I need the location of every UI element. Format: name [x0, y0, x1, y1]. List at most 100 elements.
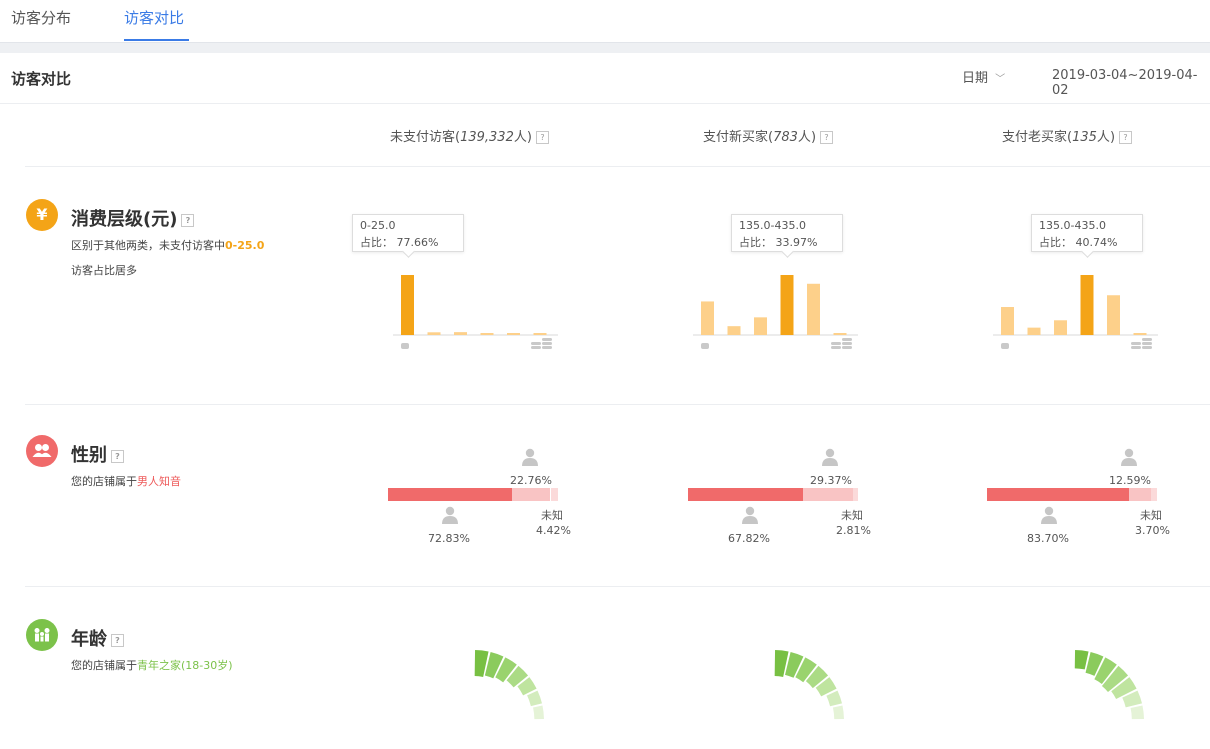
- bar[interactable]: [727, 326, 741, 335]
- bar[interactable]: [1027, 327, 1041, 335]
- coin-stack-icon: [831, 338, 852, 349]
- active-tab-indicator: [124, 39, 189, 41]
- bar[interactable]: [701, 301, 714, 335]
- gender-chart-returning-buyers: 12.59% 83.70% 未知 3.70%: [985, 444, 1185, 554]
- tab-visitor-distribution[interactable]: 访客分布: [11, 7, 71, 28]
- female-percent: 29.37%: [810, 474, 852, 487]
- bar-chart-svg: [993, 275, 1158, 349]
- bar[interactable]: [533, 333, 547, 335]
- age-chart-returning-buyers: [1074, 650, 1144, 720]
- date-range: 2019-03-04~2019-04-02: [1052, 68, 1198, 98]
- bar[interactable]: [401, 275, 414, 335]
- age-segment[interactable]: [1074, 650, 1089, 670]
- chevron-down-icon: ﹀: [995, 74, 1006, 85]
- bar[interactable]: [1054, 320, 1067, 335]
- column-unit: 人: [513, 130, 527, 145]
- tab-visitor-comparison[interactable]: 访客对比: [124, 7, 184, 28]
- column-header-returning-buyers: 支付老买家(135人)?: [1002, 126, 1133, 145]
- age-segment[interactable]: [1130, 705, 1144, 720]
- bar-chart-svg: [393, 275, 558, 349]
- age-segment[interactable]: [527, 690, 543, 707]
- coin-small-icon: [1001, 343, 1009, 349]
- bar[interactable]: [1107, 295, 1120, 335]
- person-icon: [442, 506, 458, 524]
- spending-level-label: 消费层级(元): [71, 209, 178, 230]
- unknown-label: 未知: [541, 509, 563, 522]
- bar[interactable]: [480, 333, 494, 335]
- column-count: 783: [773, 130, 798, 145]
- age-segment[interactable]: [826, 690, 843, 707]
- bar[interactable]: [507, 333, 520, 335]
- column-unit: 人: [1096, 130, 1110, 145]
- bar[interactable]: [454, 332, 467, 335]
- spending-level-title: 消费层级(元)?: [71, 205, 195, 231]
- person-icon: [1121, 448, 1137, 466]
- gender-title: 性别?: [71, 441, 124, 467]
- unknown-label: 未知: [841, 509, 863, 522]
- spending-description: 区别于其他两类，未支付访客中0-25.0 访客占比居多: [71, 233, 271, 283]
- help-icon[interactable]: ?: [1119, 131, 1133, 144]
- male-percent: 72.83%: [428, 532, 470, 545]
- male-segment[interactable]: [987, 488, 1130, 501]
- unknown-segment[interactable]: [550, 488, 558, 501]
- help-icon[interactable]: ?: [820, 131, 834, 144]
- age-chart-unpaid: [474, 650, 544, 720]
- age-description: 您的店铺属于青年之家(18-30岁): [71, 653, 291, 678]
- age-segment[interactable]: [832, 705, 844, 720]
- coin-stack-icon: [1131, 338, 1152, 349]
- female-segment[interactable]: [511, 488, 551, 501]
- coin-stack-icon: [531, 338, 552, 349]
- family-icon: [26, 619, 58, 651]
- unknown-segment[interactable]: [853, 488, 858, 501]
- bar[interactable]: [427, 332, 441, 335]
- bar[interactable]: [833, 333, 847, 335]
- spending-desc-pre: 区别于其他两类，未支付访客中: [71, 239, 225, 252]
- gender-stacked-bar: [987, 488, 1157, 501]
- spending-chart-returning-buyers: 135.0-435.0 占比： 40.74%: [988, 210, 1168, 360]
- column-name: 支付新买家: [703, 130, 769, 145]
- gender-desc-pre: 您的店铺属于: [71, 475, 137, 488]
- bar[interactable]: [1001, 307, 1014, 335]
- date-dropdown[interactable]: 日期 ﹀: [962, 67, 1005, 86]
- gender-stacked-bar: [688, 488, 858, 501]
- female-segment[interactable]: [803, 488, 854, 501]
- page-title: 访客对比: [11, 70, 72, 88]
- bar[interactable]: [780, 275, 794, 335]
- divider: [25, 166, 1210, 167]
- female-percent: 12.59%: [1109, 474, 1151, 487]
- spending-desc-highlight: 0-25.0: [225, 239, 265, 252]
- age-chart-new-buyers: [774, 650, 844, 720]
- unknown-percent: 4.42%: [536, 524, 571, 537]
- age-segment[interactable]: [533, 705, 544, 720]
- column-name: 支付老买家: [1002, 130, 1068, 145]
- help-icon[interactable]: ?: [111, 633, 124, 647]
- female-percent: 22.76%: [510, 474, 552, 487]
- gender-desc-highlight: 男人知音: [137, 475, 181, 488]
- date-dropdown-label: 日期: [962, 71, 989, 86]
- gender-label: 性别: [71, 445, 107, 466]
- bar[interactable]: [807, 283, 820, 335]
- help-icon[interactable]: ?: [535, 131, 549, 144]
- gender-description: 您的店铺属于男人知音: [71, 469, 271, 494]
- unknown-percent: 3.70%: [1135, 524, 1170, 537]
- help-icon[interactable]: ?: [111, 449, 124, 463]
- bar[interactable]: [1133, 333, 1147, 335]
- bar[interactable]: [754, 317, 767, 335]
- spending-chart-unpaid: 0-25.0 占比： 77.66%: [352, 210, 568, 360]
- column-name: 未支付访客: [390, 130, 456, 145]
- gender-chart-new-buyers: 29.37% 67.82% 未知 2.81%: [686, 444, 886, 554]
- male-segment[interactable]: [388, 488, 512, 501]
- male-segment[interactable]: [688, 488, 804, 501]
- section-separator: [0, 42, 1210, 53]
- gender-chart-unpaid: 22.76% 72.83% 未知 4.42%: [386, 444, 586, 554]
- bar[interactable]: [1080, 275, 1094, 335]
- column-count: 135: [1072, 130, 1097, 145]
- tab-bar: 访客分布 访客对比: [0, 0, 1210, 42]
- age-label: 年龄: [71, 629, 107, 650]
- help-icon[interactable]: ?: [181, 213, 195, 227]
- female-segment[interactable]: [1129, 488, 1151, 501]
- divider: [0, 103, 1210, 104]
- column-count: 139,332: [460, 130, 514, 145]
- unknown-percent: 2.81%: [836, 524, 871, 537]
- unknown-segment[interactable]: [1150, 488, 1157, 501]
